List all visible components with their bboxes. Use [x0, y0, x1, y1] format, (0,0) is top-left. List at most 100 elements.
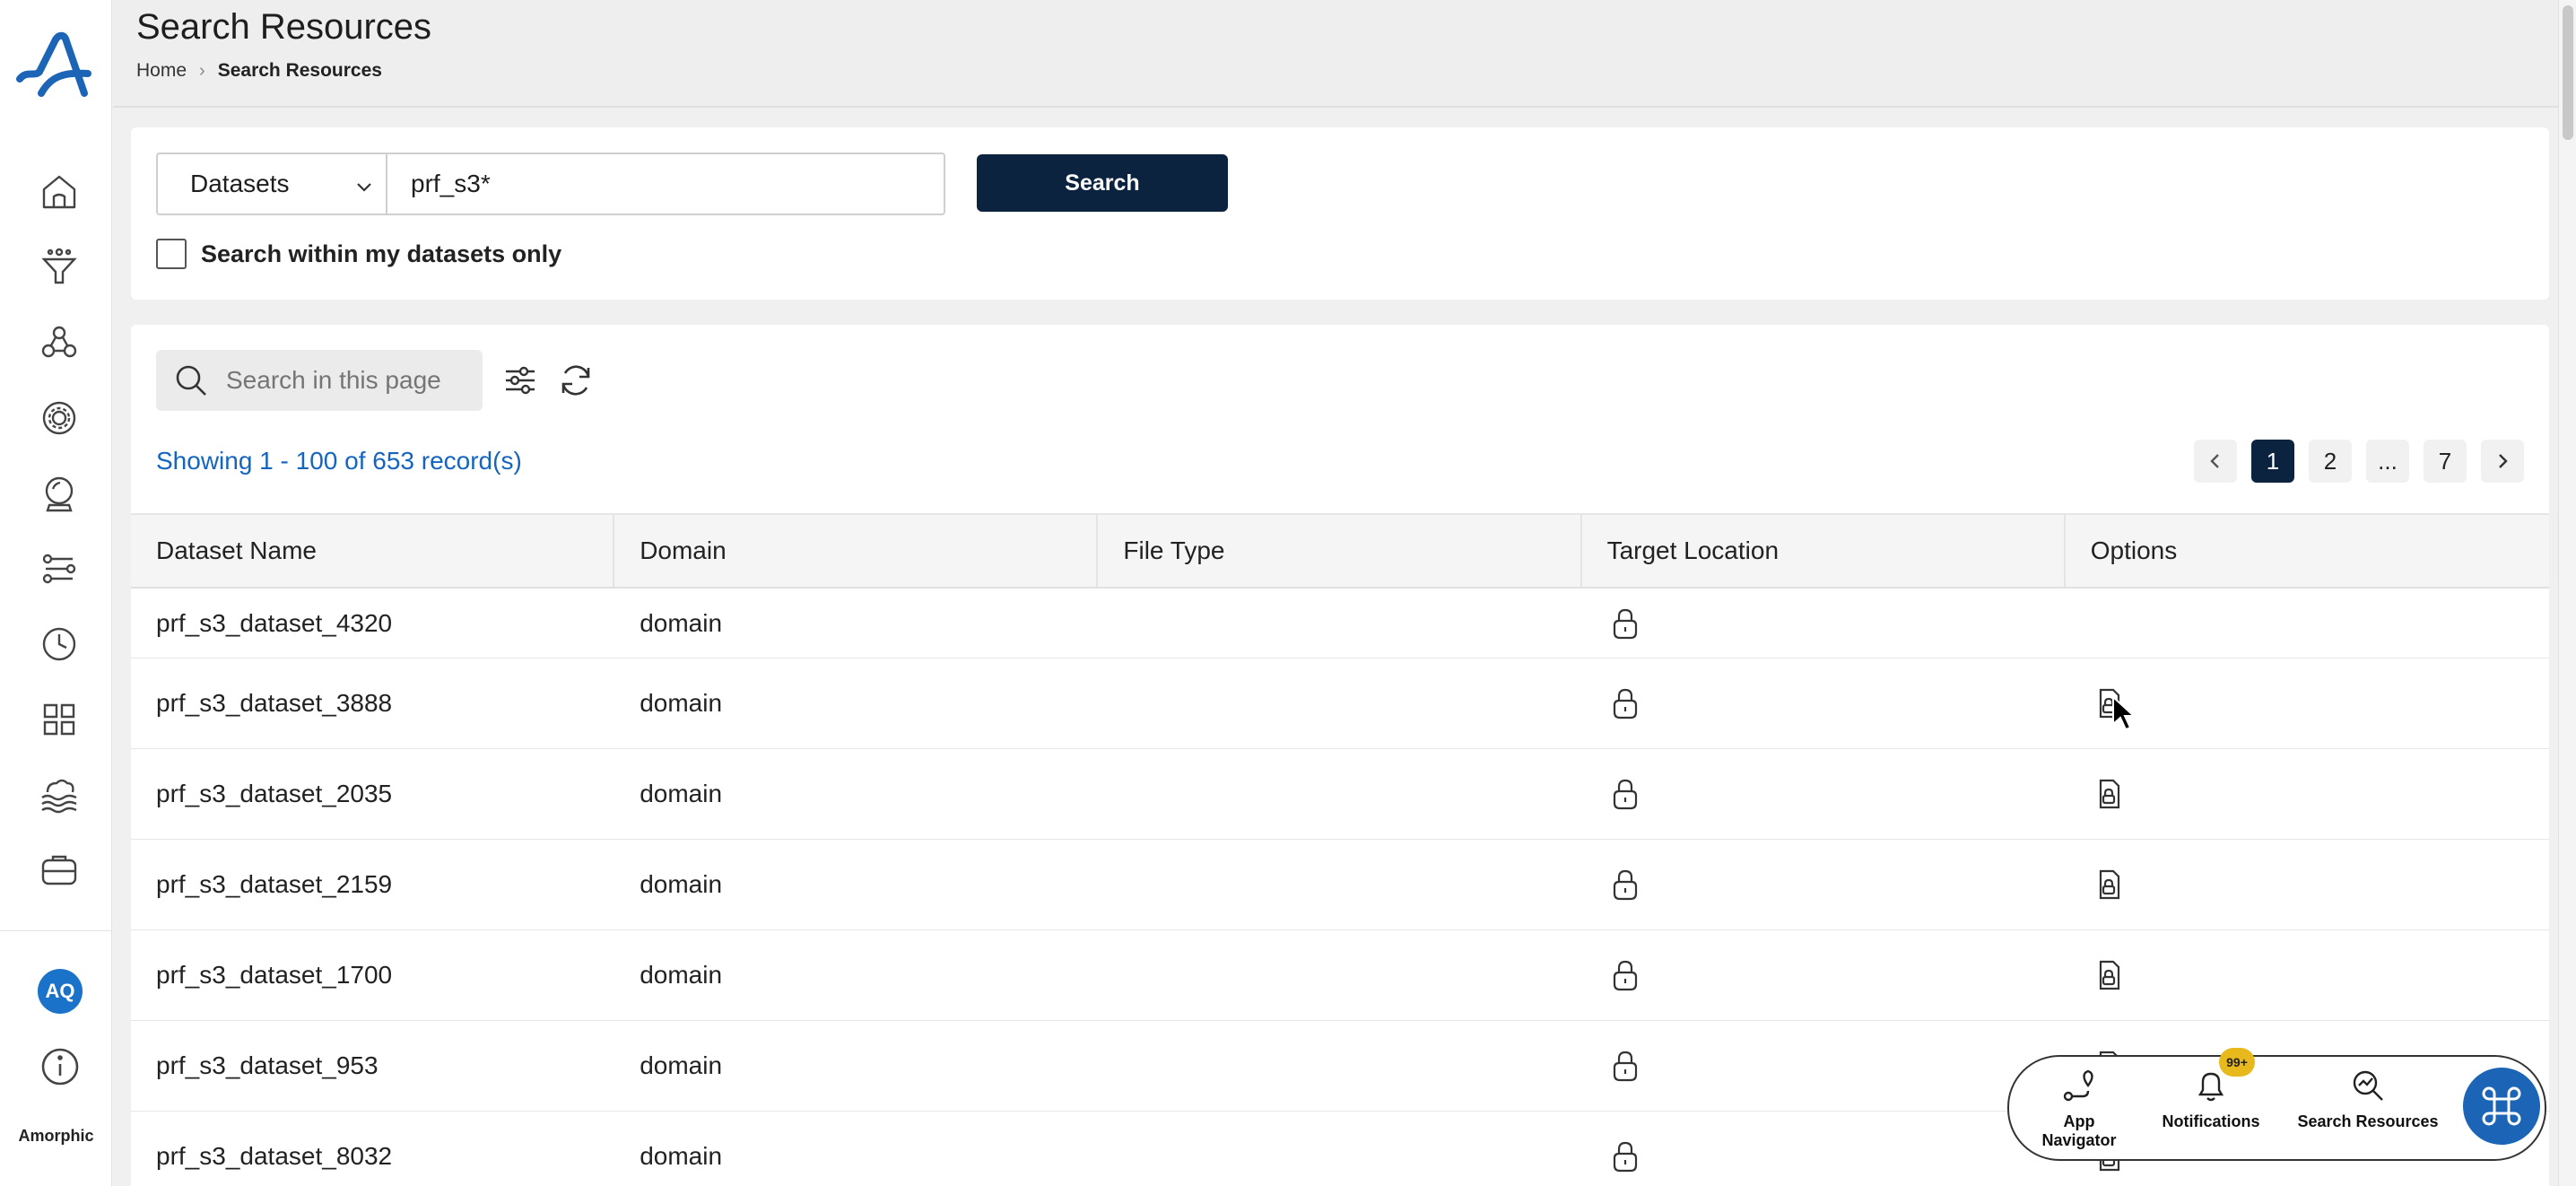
page-title: Search Resources: [136, 7, 432, 47]
nav-integrations[interactable]: [34, 694, 84, 745]
my-datasets-only-label[interactable]: Search within my datasets only: [201, 240, 561, 268]
page-search-input[interactable]: [226, 366, 459, 395]
table-row[interactable]: prf_s3_dataset_3888 domain: [131, 658, 2549, 749]
nav-ingestion[interactable]: [34, 242, 84, 292]
table-row[interactable]: prf_s3_dataset_2035 domain: [131, 749, 2549, 840]
cell-options: [2066, 685, 2549, 721]
table-row[interactable]: prf_s3_dataset_2159 domain: [131, 840, 2549, 930]
cell-options: [2066, 776, 2549, 812]
cell-target-location: [1582, 1138, 2066, 1174]
breadcrumb-home[interactable]: Home: [136, 60, 187, 82]
cell-domain: domain: [640, 1142, 723, 1170]
cell-target-location: [1582, 957, 2066, 993]
lock-icon: [1607, 606, 1643, 641]
lock-icon: [1607, 685, 1643, 721]
filter-sliders-icon[interactable]: [500, 361, 540, 400]
nav-datalake[interactable]: [34, 770, 84, 820]
dock-search-resources[interactable]: Search Resources: [2296, 1066, 2440, 1131]
lock-icon: [1607, 957, 1643, 993]
pagination-next-button[interactable]: [2481, 440, 2524, 483]
command-icon: [2482, 1086, 2521, 1126]
scrollbar-thumb[interactable]: [2563, 5, 2573, 140]
cell-target-location: [1582, 685, 2066, 721]
my-datasets-only-checkbox[interactable]: [156, 239, 187, 269]
briefcase-icon: [41, 855, 77, 885]
column-header-dataset-name[interactable]: Dataset Name: [131, 515, 615, 587]
nodes-icon: [41, 326, 77, 358]
dock-app-navigator-label: App Navigator: [2041, 1112, 2117, 1149]
mouse-cursor-icon: [2112, 695, 2137, 731]
cell-target-location: [1582, 1048, 2066, 1084]
search-panel: Datasets Search Search within my dataset…: [131, 127, 2549, 300]
home-icon: [42, 175, 76, 209]
amorphic-logo[interactable]: [14, 31, 93, 102]
nav-datasets[interactable]: [34, 318, 84, 368]
locked-file-icon[interactable]: [2091, 776, 2127, 812]
cell-options: [2066, 957, 2549, 993]
column-header-file-type[interactable]: File Type: [1098, 515, 1582, 587]
lock-icon: [1607, 1048, 1643, 1084]
nav-insights[interactable]: [34, 468, 84, 519]
pagination-ellipsis[interactable]: ...: [2366, 440, 2409, 483]
cell-domain: domain: [640, 780, 723, 807]
cell-target-location: [1582, 867, 2066, 903]
column-header-target-location[interactable]: Target Location: [1582, 515, 2066, 587]
cell-dataset-name[interactable]: prf_s3_dataset_953: [131, 1051, 614, 1080]
crystal-ball-icon: [45, 476, 74, 512]
pagination-page-2[interactable]: 2: [2309, 440, 2352, 483]
search-button[interactable]: Search: [977, 154, 1228, 212]
chevron-down-icon: [357, 183, 371, 192]
dock-notifications-label: Notifications: [2162, 1112, 2260, 1130]
notification-badge: 99+: [2219, 1048, 2255, 1077]
command-menu-button[interactable]: [2463, 1068, 2540, 1145]
dock-search-resources-label: Search Resources: [2297, 1112, 2439, 1130]
cell-dataset-name[interactable]: prf_s3_dataset_3888: [131, 689, 614, 718]
table-row[interactable]: prf_s3_dataset_4320 domain: [131, 589, 2549, 658]
nav-storage[interactable]: [34, 845, 84, 895]
sidebar: AQ Amorphic: [0, 0, 112, 1186]
sidebar-divider: [0, 930, 112, 931]
table-header: Dataset Name Domain File Type Target Loc…: [131, 513, 2549, 589]
lock-icon: [1607, 1138, 1643, 1174]
cell-domain: domain: [640, 1051, 723, 1079]
column-header-domain[interactable]: Domain: [614, 515, 1099, 587]
locked-file-icon[interactable]: [2091, 957, 2127, 993]
chevron-right-icon: ›: [199, 60, 205, 81]
pagination-page-1[interactable]: 1: [2251, 440, 2294, 483]
nav-settings[interactable]: [34, 393, 84, 443]
cell-domain: domain: [640, 689, 723, 717]
record-count: Showing 1 - 100 of 653 record(s): [156, 447, 522, 475]
pagination-prev-button[interactable]: [2194, 440, 2237, 483]
nav-pipelines[interactable]: [34, 544, 84, 594]
resource-type-value: Datasets: [190, 170, 290, 197]
resource-type-select[interactable]: Datasets: [156, 153, 386, 215]
chevron-left-icon: [2210, 454, 2219, 468]
nav-schedules[interactable]: [34, 619, 84, 669]
page-scrollbar[interactable]: [2558, 0, 2576, 1186]
refresh-icon[interactable]: [556, 361, 596, 400]
funnel-icon: [41, 248, 77, 284]
lock-icon: [1607, 867, 1643, 903]
page-search-box[interactable]: [156, 350, 483, 411]
cell-domain: domain: [640, 961, 723, 989]
route-icon: [2063, 1069, 2093, 1102]
cell-dataset-name[interactable]: prf_s3_dataset_8032: [131, 1142, 614, 1171]
cell-target-location: [1582, 606, 2066, 641]
info-icon[interactable]: [36, 1042, 84, 1091]
search-query-input[interactable]: [386, 153, 945, 215]
breadcrumb-current: Search Resources: [217, 60, 382, 81]
user-avatar[interactable]: AQ: [38, 969, 83, 1014]
cell-dataset-name[interactable]: prf_s3_dataset_1700: [131, 961, 614, 990]
cell-dataset-name[interactable]: prf_s3_dataset_2159: [131, 870, 614, 899]
pipeline-icon: [42, 554, 76, 584]
dock-app-navigator[interactable]: App Navigator: [2025, 1066, 2133, 1150]
cell-dataset-name[interactable]: prf_s3_dataset_2035: [131, 780, 614, 808]
locked-file-icon[interactable]: [2091, 867, 2127, 903]
page-header: Search Resources Home › Search Resources: [113, 0, 2558, 108]
table-row[interactable]: prf_s3_dataset_1700 domain: [131, 930, 2549, 1021]
cell-dataset-name[interactable]: prf_s3_dataset_4320: [131, 609, 614, 638]
pagination-page-7[interactable]: 7: [2424, 440, 2467, 483]
nav-home[interactable]: [34, 167, 84, 217]
column-header-options: Options: [2090, 536, 2178, 564]
search-chart-icon: [2353, 1070, 2383, 1101]
